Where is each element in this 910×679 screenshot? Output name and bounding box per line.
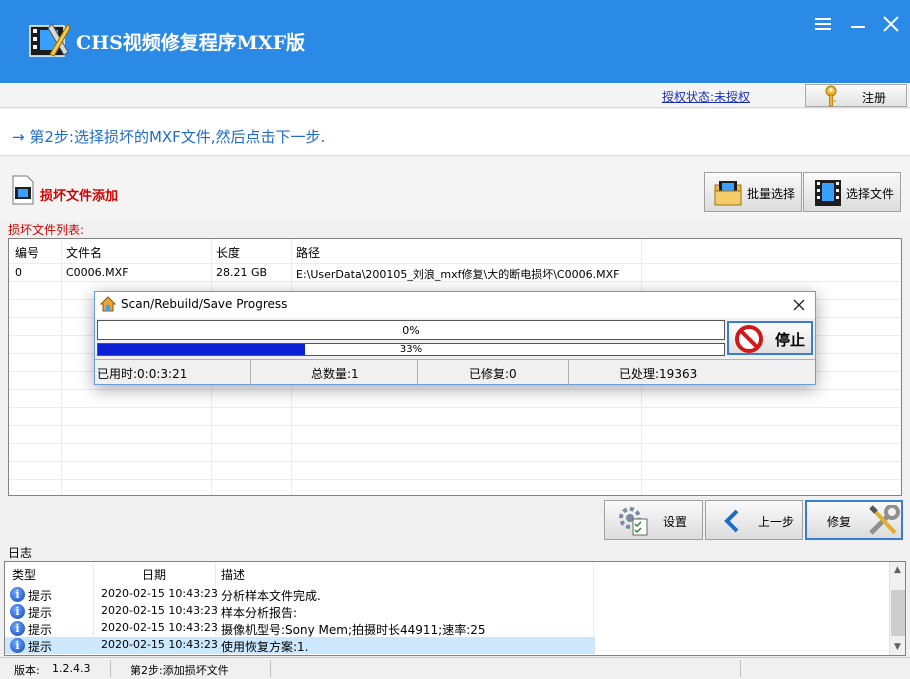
- log-row[interactable]: i 提示 2020-02-15 10:43:23 分析样本文件完成.: [5, 586, 889, 603]
- log-desc: 分析样本文件完成.: [221, 589, 321, 603]
- settings-label: 设置: [663, 515, 688, 529]
- overall-progress-bar: 0%: [97, 320, 725, 340]
- repair-button[interactable]: 修复: [805, 500, 903, 540]
- column-header-path[interactable]: 路径: [296, 244, 320, 261]
- log-desc: 样本分析报告:: [221, 606, 298, 620]
- log-column-type[interactable]: 类型: [12, 566, 36, 583]
- log-desc: 使用恢复方案:1.: [221, 640, 309, 654]
- log-column-date[interactable]: 日期: [142, 566, 166, 583]
- info-icon: i: [10, 638, 25, 653]
- version-number: 1.2.4.3: [52, 662, 91, 675]
- dialog-title-bar: Scan/Rebuild/Save Progress: [95, 292, 815, 318]
- step-text: 第2步:选择损坏的MXF文件,然后点击下一步.: [29, 128, 326, 146]
- file-add-section: 损坏文件添加 批量选择 选择文件: [0, 157, 910, 221]
- title-bar: CHS视频修复程序MXF版: [0, 0, 910, 83]
- log-row[interactable]: i 提示 2020-02-15 10:43:23 摄像机型号:Sony Mem;…: [5, 620, 889, 637]
- stop-button[interactable]: 停止: [727, 321, 813, 355]
- previous-step-button[interactable]: 上一步: [705, 500, 803, 540]
- register-button[interactable]: 注册: [805, 84, 907, 107]
- log-type: 提示: [28, 623, 53, 637]
- stop-label: 停止: [775, 331, 806, 349]
- dialog-close-icon[interactable]: [791, 297, 807, 313]
- house-app-icon: [100, 296, 116, 312]
- file-name: C0006.MXF: [66, 266, 129, 279]
- chevron-left-icon: [724, 509, 739, 533]
- log-desc: 摄像机型号:Sony Mem;拍摄时长44911;速率:25: [221, 623, 486, 637]
- film-strip-icon: [815, 180, 841, 206]
- menu-icon[interactable]: [812, 13, 834, 35]
- log-column-desc[interactable]: 描述: [221, 566, 245, 583]
- log-type: 提示: [28, 589, 53, 603]
- log-date: 2020-02-15 10:43:23: [101, 604, 218, 617]
- log-caption: 日志: [8, 546, 33, 560]
- column-header-filename[interactable]: 文件名: [66, 244, 102, 261]
- settings-checklist-icon: [619, 507, 648, 536]
- file-index: 0: [15, 266, 22, 279]
- elapsed-time: 已用时:0:0:3:21: [97, 367, 188, 381]
- log-date: 2020-02-15 10:43:23: [101, 587, 218, 600]
- select-file-label: 选择文件: [846, 187, 895, 201]
- file-size: 28.21 GB: [216, 266, 268, 279]
- select-file-button[interactable]: 选择文件: [803, 172, 901, 212]
- log-date: 2020-02-15 10:43:23: [101, 621, 218, 634]
- settings-button[interactable]: 设置: [604, 500, 703, 540]
- repaired-count: 已修复:0: [469, 367, 517, 381]
- processed-count: 已处理:19363: [619, 367, 698, 381]
- step-instruction: → 第2步:选择损坏的MXF文件,然后点击下一步.: [0, 109, 910, 156]
- file-path: E:\UserData\200105_刘浪_mxf修复\大的断电损坏\C0006…: [296, 268, 620, 281]
- batch-select-button[interactable]: 批量选择: [704, 172, 802, 212]
- file-progress-text: 33%: [399, 344, 423, 355]
- info-icon: i: [10, 621, 25, 636]
- folder-icon: [714, 181, 742, 206]
- minimize-icon[interactable]: [847, 13, 869, 35]
- arrow-right-icon: →: [12, 128, 30, 146]
- dialog-title: Scan/Rebuild/Save Progress: [121, 297, 288, 311]
- log-row-selected[interactable]: i 提示 2020-02-15 10:43:23 使用恢复方案:1.: [5, 637, 595, 654]
- log-table[interactable]: 类型 日期 描述 i 提示 2020-02-15 10:43:23 分析样本文件…: [4, 561, 906, 656]
- log-row[interactable]: i 提示 2020-02-15 10:43:23 样本分析报告:: [5, 603, 889, 620]
- status-bar: 版本: 1.2.4.3 第2步:添加损坏文件: [0, 657, 910, 679]
- scroll-up-icon[interactable]: ▲: [894, 565, 901, 575]
- file-progress-bar: 33%: [97, 343, 725, 356]
- scroll-thumb[interactable]: [891, 590, 905, 636]
- info-icon: i: [10, 604, 25, 619]
- repair-label: 修复: [827, 515, 852, 529]
- app-title: CHS视频修复程序MXF版: [76, 32, 306, 54]
- overall-progress-text: 0%: [402, 324, 420, 337]
- file-list-caption: 损坏文件列表:: [8, 223, 85, 237]
- scroll-down-icon[interactable]: ▼: [894, 642, 901, 652]
- register-label: 注册: [862, 91, 887, 105]
- total-count: 总数量:1: [311, 367, 359, 381]
- step-status: 第2步:添加损坏文件: [130, 664, 229, 677]
- log-type: 提示: [28, 606, 53, 620]
- close-icon[interactable]: [880, 13, 902, 35]
- film-tools-icon: [29, 22, 71, 57]
- progress-dialog: Scan/Rebuild/Save Progress 0% 33% 停止 已用时…: [94, 291, 816, 385]
- section-title: 损坏文件添加: [40, 189, 119, 204]
- video-file-icon: [12, 175, 34, 205]
- column-header-index[interactable]: 编号: [15, 244, 39, 261]
- stop-sign-icon: [735, 325, 763, 353]
- log-scrollbar[interactable]: ▲ ▼: [889, 562, 905, 655]
- batch-select-label: 批量选择: [747, 187, 796, 201]
- log-type: 提示: [28, 640, 53, 654]
- progress-stats: 已用时:0:0:3:21 总数量:1 已修复:0 已处理:19363: [95, 359, 815, 385]
- key-icon: [825, 85, 837, 107]
- license-status-link[interactable]: 授权状态:未授权: [662, 88, 750, 105]
- log-date: 2020-02-15 10:43:23: [101, 638, 218, 651]
- info-icon: i: [10, 587, 25, 602]
- column-header-size[interactable]: 长度: [216, 244, 240, 261]
- previous-step-label: 上一步: [758, 515, 795, 529]
- wrench-screwdriver-icon: [869, 505, 900, 535]
- version-label: 版本:: [14, 664, 40, 677]
- license-bar: 授权状态:未授权 注册: [0, 83, 910, 108]
